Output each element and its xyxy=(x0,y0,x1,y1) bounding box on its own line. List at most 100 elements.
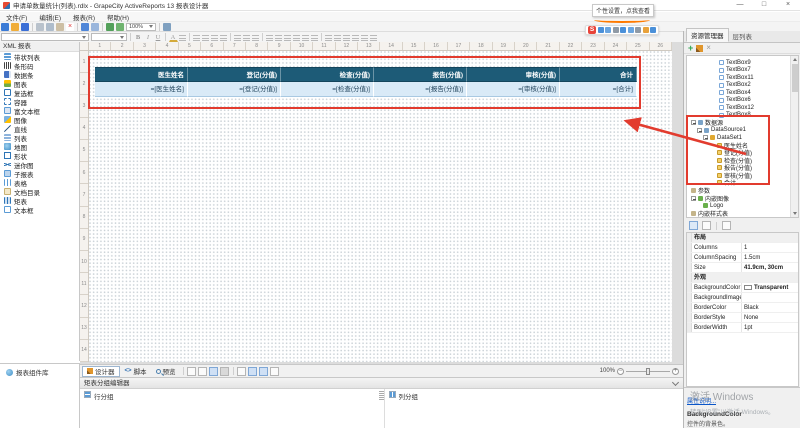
copy-icon[interactable] xyxy=(46,23,54,31)
sogou-settings-icon[interactable] xyxy=(613,27,619,33)
page-footer-toggle-button[interactable] xyxy=(198,367,207,376)
size-same-icon[interactable] xyxy=(352,34,359,41)
fill-color-icon[interactable] xyxy=(284,34,291,41)
align-top-icon[interactable] xyxy=(325,34,332,41)
undo-icon[interactable] xyxy=(81,23,89,31)
toolbox-item-toc[interactable]: 文档目录 xyxy=(0,187,79,196)
tablix-header-cell[interactable]: 医生姓名 xyxy=(95,67,188,82)
tree-node-embedded-images[interactable]: 内嵌图像 xyxy=(691,195,729,202)
minimize-button[interactable]: — xyxy=(728,0,752,11)
scroll-down-icon[interactable] xyxy=(793,212,797,215)
toolbox-item-bandedlist[interactable]: 带状列表 xyxy=(0,52,79,61)
alphabetical-view-icon[interactable] xyxy=(702,221,711,230)
scroll-up-icon[interactable] xyxy=(793,58,797,61)
toolbox-item-shape[interactable]: 形状 xyxy=(0,151,79,160)
align-right-icon[interactable] xyxy=(211,34,218,41)
report-parts-root[interactable]: 报表组件库 xyxy=(0,364,79,377)
sogou-mode-icon[interactable] xyxy=(598,27,604,33)
bullet-list-icon[interactable] xyxy=(234,34,241,41)
grid-toggle-button[interactable] xyxy=(209,367,218,376)
redo-icon[interactable] xyxy=(91,23,99,31)
snap-grid-icon[interactable] xyxy=(361,34,368,41)
property-help-link[interactable]: 属性说明... xyxy=(687,399,716,405)
toolbox-item-textbox[interactable]: 文本框 xyxy=(0,205,79,214)
zoom-slider-thumb[interactable] xyxy=(646,368,650,375)
property-row[interactable]: BorderColorBlack xyxy=(687,303,798,313)
scrollbar-thumb[interactable] xyxy=(792,64,798,92)
sogou-skin-icon[interactable] xyxy=(635,27,641,33)
zoom-slider-track[interactable] xyxy=(626,371,670,372)
collapse-chevron-icon[interactable] xyxy=(672,379,679,386)
toolbox-item-sparkline[interactable]: 迷你图 xyxy=(0,160,79,169)
property-category[interactable]: 布局 xyxy=(687,233,798,243)
toolbox-item-tablix[interactable]: 矩表 xyxy=(0,196,79,205)
save-icon[interactable] xyxy=(21,23,29,31)
group-editor-header[interactable]: 矩表分组编辑器 xyxy=(80,378,683,389)
tree-node-datasource1[interactable]: DataSource1 xyxy=(697,127,746,134)
align-bottom-icon[interactable] xyxy=(343,34,350,41)
tablix-detail-cell[interactable]: =[合计] xyxy=(560,82,637,97)
property-row[interactable]: BorderStyleNone xyxy=(687,313,798,323)
tab-preview[interactable]: 预览 xyxy=(152,366,180,377)
paste-icon[interactable] xyxy=(56,23,64,31)
tablix-detail-cell[interactable]: =[登记(分值)] xyxy=(188,82,281,97)
tablix-header-cell[interactable]: 检查(分值) xyxy=(281,67,374,82)
close-button[interactable]: × xyxy=(776,0,800,11)
zoom-plus-button[interactable]: + xyxy=(672,368,679,375)
collapse-box-icon[interactable] xyxy=(691,196,696,201)
indent-decrease-icon[interactable] xyxy=(243,34,250,41)
open-icon[interactable] xyxy=(11,23,19,31)
pan-icon[interactable] xyxy=(163,23,171,31)
row-groups-area[interactable]: 行分组 xyxy=(80,389,379,428)
tree-node-textbox[interactable]: TextBox12 xyxy=(719,104,754,111)
edit-pencil-icon[interactable] xyxy=(696,45,703,52)
property-row[interactable]: BorderWidth1pt xyxy=(687,323,798,333)
border-style-icon[interactable] xyxy=(266,34,273,41)
align-justify-icon[interactable] xyxy=(220,34,227,41)
sogou-tooltip[interactable]: 个性设置，点我查看 xyxy=(592,4,654,17)
toolbox-item-line[interactable]: 直线 xyxy=(0,124,79,133)
toolbox-item-map[interactable]: 地图 xyxy=(0,142,79,151)
toolbox-item-richtext[interactable]: 富文本框 xyxy=(0,106,79,115)
sogou-shape-icon[interactable] xyxy=(605,27,611,33)
tablix-detail-cell[interactable]: =[检查(分值)] xyxy=(281,82,374,97)
toolbox-item-list[interactable]: 列表 xyxy=(0,133,79,142)
highlight-button[interactable] xyxy=(179,34,186,41)
italic-button[interactable]: I xyxy=(144,33,153,42)
page-header-toggle-button[interactable] xyxy=(187,367,196,376)
toolbox-item-image[interactable]: 图像 xyxy=(0,115,79,124)
tablix-header-cell[interactable]: 报告(分值) xyxy=(374,67,467,82)
tree-node-textbox[interactable]: TextBox4 xyxy=(719,89,751,96)
pan-tool-button[interactable] xyxy=(270,367,279,376)
collapse-box-icon[interactable] xyxy=(697,128,702,133)
property-row[interactable]: BackgroundImage xyxy=(687,293,798,303)
tree-node-textbox[interactable]: TextBox8 xyxy=(719,112,751,119)
tablix-detail-cell[interactable]: =[报告(分值)] xyxy=(374,82,467,97)
tab-designer[interactable]: 设计器 xyxy=(82,366,120,377)
tablix-header-cell[interactable]: 审核(分值) xyxy=(467,67,560,82)
sogou-logo-icon[interactable]: S xyxy=(588,26,596,34)
toolbox-header[interactable]: XML 报表 xyxy=(0,42,79,52)
tree-node-embedded-styles[interactable]: 内嵌样式表 xyxy=(691,210,728,217)
zoom-tool-button[interactable] xyxy=(248,367,257,376)
bold-button[interactable]: B xyxy=(134,33,143,42)
align-center-icon[interactable] xyxy=(202,34,209,41)
indent-increase-icon[interactable] xyxy=(252,34,259,41)
layer-order-icon[interactable] xyxy=(370,34,377,41)
tree-node-textbox[interactable]: TextBox7 xyxy=(719,67,751,74)
underline-button[interactable]: U xyxy=(154,33,163,42)
border-color-icon[interactable] xyxy=(275,34,282,41)
tablix-detail-cell[interactable]: =[审核(分值)] xyxy=(467,82,560,97)
collapse-box-icon[interactable] xyxy=(703,135,708,140)
menu-file[interactable]: 文件(F) xyxy=(0,12,33,22)
design-surface[interactable]: 医生姓名 登记(分值) 检查(分值) 报告(分值) 审核(分值) 合计 =[医生… xyxy=(89,51,672,362)
property-row[interactable]: Size41.9cm, 30cm xyxy=(687,263,798,273)
ruler-toggle-button[interactable] xyxy=(237,367,246,376)
zoom-combobox[interactable]: 100% xyxy=(126,23,156,31)
property-category[interactable]: 外观 xyxy=(687,273,798,283)
tab-script[interactable]: <> 脚本 xyxy=(121,366,151,377)
tree-scrollbar[interactable] xyxy=(790,56,798,217)
snap-lines-button[interactable] xyxy=(220,367,229,376)
tree-node-textbox[interactable]: TextBox6 xyxy=(719,97,751,104)
tab-report-explorer[interactable]: 资源管理器 xyxy=(686,28,729,42)
